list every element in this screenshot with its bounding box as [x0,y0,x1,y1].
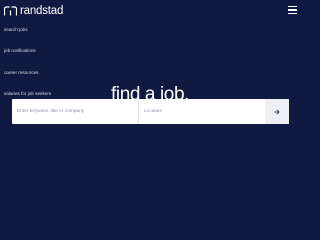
hamburger-menu-icon[interactable] [288,6,297,15]
keyword-field-wrapper [12,99,139,124]
location-field-wrapper [139,99,265,124]
location-input[interactable] [139,109,265,114]
nav-item-job-notifications[interactable]: job notifications [4,48,36,53]
nav-item-career-resources[interactable]: career resources [4,70,38,75]
nav-item-search-jobs[interactable]: search jobs [4,27,28,32]
search-submit-button[interactable] [265,99,289,124]
keyword-input[interactable] [12,109,138,114]
randstad-logo[interactable]: randstad [4,5,63,17]
top-bar: randstad [0,0,300,22]
arrow-right-icon [274,109,280,114]
job-search-bar [12,99,289,124]
randstad-logo-icon [4,6,17,16]
brand-name: randstad [20,5,64,17]
